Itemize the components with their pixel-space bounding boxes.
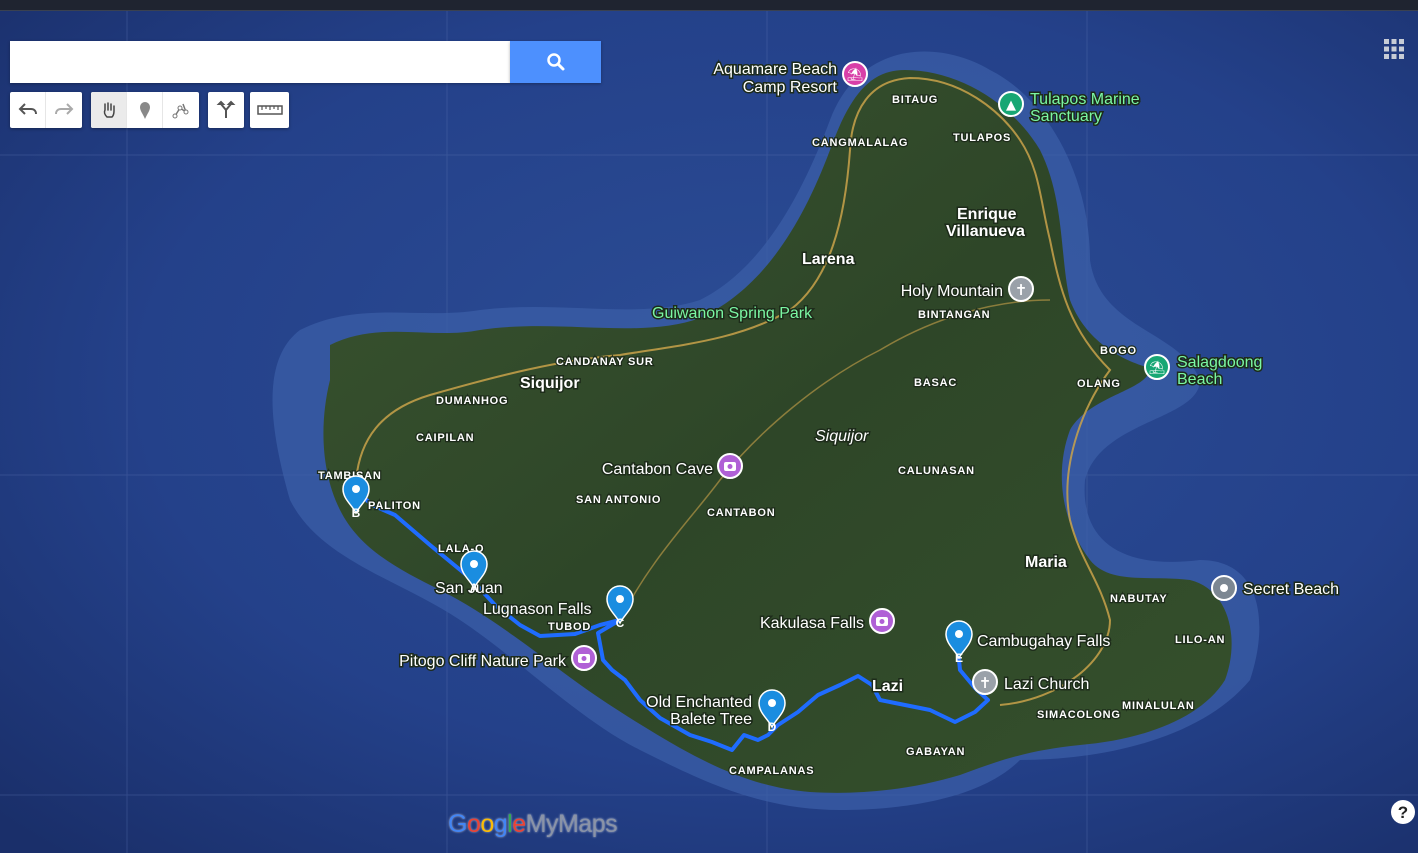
google-my-maps-logo: GoogleMyMaps xyxy=(448,810,618,838)
place-calunasan: CALUNASAN xyxy=(898,465,975,477)
town-larena: Larena xyxy=(802,251,855,268)
poi-label-cantabon-cave: Cantabon Cave xyxy=(602,461,713,478)
directions-button[interactable] xyxy=(208,92,244,128)
place-olang: OLANG xyxy=(1077,378,1121,390)
stop-letter-e: E xyxy=(955,651,963,665)
stop-label-lugnason-falls: Lugnason Falls xyxy=(483,601,592,618)
search-button[interactable] xyxy=(510,41,601,83)
poi-label-salagdoong-2: Beach xyxy=(1177,371,1222,388)
place-gabayan: GABAYAN xyxy=(906,746,965,758)
place-caipilan: CAIPILAN xyxy=(416,432,474,444)
draw-line-button[interactable] xyxy=(163,92,199,128)
town-enrique-villanueva-1: Enrique xyxy=(957,206,1017,223)
poi-marker-kakulasa-falls[interactable] xyxy=(869,608,895,634)
help-button[interactable]: ? xyxy=(1390,799,1416,825)
help-icon: ? xyxy=(1391,800,1415,824)
poi-label-guiwanon: Guiwanon Spring Park xyxy=(652,305,813,322)
poi-label-pitogo-cliff: Pitogo Cliff Nature Park xyxy=(399,653,567,670)
svg-text:?: ? xyxy=(1398,803,1408,822)
draw-toolbar xyxy=(91,92,199,128)
poi-label-salagdoong-1: Salagdoong xyxy=(1177,354,1262,371)
town-maria: Maria xyxy=(1025,554,1067,571)
poi-marker-secret-beach[interactable] xyxy=(1211,575,1237,601)
place-san-antonio: SAN ANTONIO xyxy=(576,494,661,506)
place-bogo: BOGO xyxy=(1100,345,1137,357)
poi-label-holy-mountain: Holy Mountain xyxy=(901,283,1003,300)
apps-grid-icon xyxy=(1384,39,1404,59)
poi-marker-salagdoong[interactable]: ⛱ xyxy=(1144,354,1170,380)
place-simacolong: SIMACOLONG xyxy=(1037,709,1121,721)
poi-label-tulapos-1: Tulapos Marine xyxy=(1030,91,1140,108)
place-paliton: PALITON xyxy=(368,500,421,512)
poi-marker-lazi-church[interactable]: ✝ xyxy=(972,669,998,695)
window-top-bar xyxy=(0,0,1418,11)
measure-toolbar xyxy=(250,92,289,128)
poi-marker-aquamare[interactable]: ⛱ xyxy=(842,61,868,87)
beach-umbrella-icon: ⛱ xyxy=(1149,360,1166,376)
town-lazi: Lazi xyxy=(872,678,903,695)
island-name-siquijor: Siquijor xyxy=(815,428,869,445)
stop-label-balete-1: Old Enchanted xyxy=(646,694,752,711)
redo-icon xyxy=(55,103,74,115)
stop-letter-b: B xyxy=(352,506,361,520)
ruler-icon xyxy=(256,105,283,115)
place-cantabon: CANTABON xyxy=(707,507,776,519)
place-bitaug: BITAUG xyxy=(892,94,938,106)
tree-icon: ▲ xyxy=(1006,98,1016,113)
poi-label-secret-beach: Secret Beach xyxy=(1243,581,1339,598)
poi-label-lazi-church: Lazi Church xyxy=(1004,676,1089,693)
stop-letter-a: A xyxy=(470,581,479,595)
place-dumanhog: DUMANHOG xyxy=(436,395,508,407)
stop-letter-d: D xyxy=(768,720,777,734)
stop-letter-c: C xyxy=(616,616,625,630)
poi-marker-tulapos[interactable]: ▲ xyxy=(998,91,1024,117)
place-minalulan: MINALULAN xyxy=(1122,700,1195,712)
poi-label-aquamare-2: Camp Resort xyxy=(743,79,838,96)
directions-icon xyxy=(216,100,236,118)
place-bintangan: BINTANGAN xyxy=(918,309,990,321)
poi-label-kakulasa-falls: Kakulasa Falls xyxy=(760,615,864,632)
directions-toolbar xyxy=(208,92,244,128)
cross-icon: ✝ xyxy=(1015,281,1028,299)
undo-icon xyxy=(18,103,37,115)
history-toolbar xyxy=(10,92,82,128)
hand-icon xyxy=(103,102,115,118)
place-candanay-sur: CANDANAY SUR xyxy=(556,356,654,368)
add-marker-button[interactable] xyxy=(127,92,163,128)
town-siquijor: Siquijor xyxy=(520,375,580,392)
undo-button[interactable] xyxy=(10,92,46,128)
pin-dot-icon xyxy=(1220,584,1228,592)
place-basac: BASAC xyxy=(914,377,957,389)
measure-button[interactable] xyxy=(250,92,289,128)
place-nabutay: NABUTAY xyxy=(1110,593,1168,605)
poi-marker-cantabon-cave[interactable] xyxy=(717,453,743,479)
apps-grid-button[interactable] xyxy=(1382,37,1406,61)
place-lilo-an: LILO-AN xyxy=(1175,634,1225,646)
place-campalanas: CAMPALANAS xyxy=(729,765,814,777)
poi-marker-holy-mountain[interactable]: ✝ xyxy=(1008,276,1034,302)
beach-umbrella-icon: ⛱ xyxy=(847,67,864,83)
place-cangmalalag: CANGMALALAG xyxy=(812,137,908,149)
search-input[interactable] xyxy=(10,41,510,83)
poi-label-aquamare-1: Aquamare Beach xyxy=(713,61,837,78)
place-tulapos: TULAPOS xyxy=(953,132,1011,144)
pan-tool-button[interactable] xyxy=(91,92,127,128)
add-marker-icon xyxy=(139,102,150,119)
town-enrique-villanueva-2: Villanueva xyxy=(946,223,1025,240)
poi-marker-pitogo-cliff[interactable] xyxy=(571,645,597,671)
stop-label-balete-2: Balete Tree xyxy=(670,711,752,728)
draw-line-icon xyxy=(172,103,189,119)
poi-label-tulapos-2: Sanctuary xyxy=(1030,108,1102,125)
redo-button[interactable] xyxy=(46,92,82,128)
place-tubod: TUBOD xyxy=(548,621,591,633)
magnifier-icon xyxy=(546,53,564,71)
cross-icon: ✝ xyxy=(979,674,992,692)
stop-label-cambugahay-falls: Cambugahay Falls xyxy=(977,633,1110,650)
